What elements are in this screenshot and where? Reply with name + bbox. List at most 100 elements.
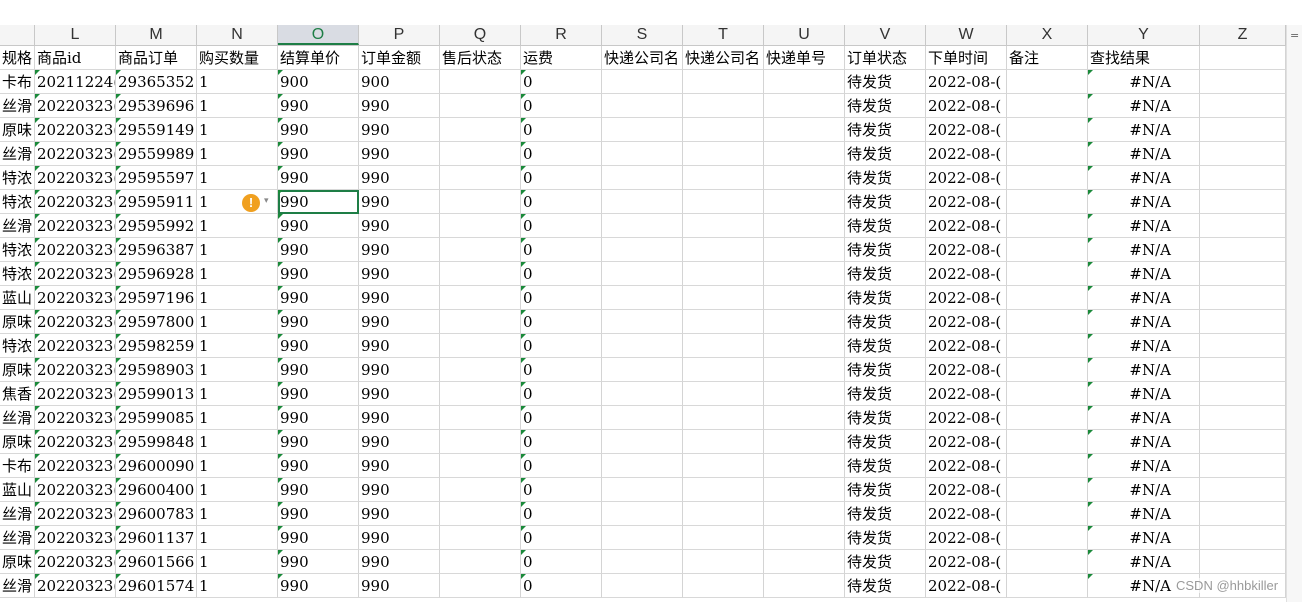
table-cell[interactable] [764, 70, 845, 94]
table-cell[interactable]: 990 [359, 94, 440, 118]
header-cell[interactable]: 下单时间 [926, 46, 1007, 70]
table-cell[interactable]: 29597800 [116, 310, 197, 334]
table-cell[interactable] [764, 190, 845, 214]
table-cell[interactable]: 1 [197, 310, 278, 334]
table-cell[interactable]: 蓝山 [0, 286, 35, 310]
table-cell[interactable]: 20220323( [35, 118, 116, 142]
table-cell[interactable]: 990 [359, 118, 440, 142]
table-cell[interactable]: 卡布 [0, 454, 35, 478]
table-cell[interactable] [440, 526, 521, 550]
table-cell[interactable]: 蓝山 [0, 478, 35, 502]
table-cell[interactable]: 0 [521, 526, 602, 550]
table-cell[interactable] [764, 358, 845, 382]
table-cell[interactable]: 待发货 [845, 454, 926, 478]
table-cell[interactable]: 29595992 [116, 214, 197, 238]
table-cell[interactable]: 20220323( [35, 214, 116, 238]
table-cell[interactable]: 0 [521, 286, 602, 310]
table-cell[interactable]: 丝滑 [0, 142, 35, 166]
table-cell[interactable] [440, 118, 521, 142]
table-cell[interactable]: 29599848 [116, 430, 197, 454]
table-cell[interactable]: 2022-08-( [926, 238, 1007, 262]
table-cell[interactable] [764, 502, 845, 526]
table-cell[interactable]: 990 [278, 310, 359, 334]
table-cell[interactable] [440, 502, 521, 526]
table-cell[interactable]: 990 [278, 166, 359, 190]
table-cell[interactable] [1007, 550, 1088, 574]
table-cell[interactable]: 29559989 [116, 142, 197, 166]
table-cell[interactable]: 900 [359, 70, 440, 94]
table-cell[interactable]: 1 [197, 526, 278, 550]
column-header[interactable]: S [602, 25, 683, 45]
table-cell[interactable]: 990 [278, 526, 359, 550]
table-cell[interactable] [1200, 286, 1286, 310]
table-cell[interactable]: 焦香 [0, 382, 35, 406]
header-cell[interactable]: 快递单号 [764, 46, 845, 70]
table-cell[interactable]: 990 [278, 502, 359, 526]
table-cell[interactable] [683, 286, 764, 310]
table-cell[interactable] [1007, 262, 1088, 286]
table-cell[interactable]: 待发货 [845, 238, 926, 262]
table-cell[interactable] [764, 574, 845, 598]
table-cell[interactable] [1007, 478, 1088, 502]
table-cell[interactable]: 29598903 [116, 358, 197, 382]
table-cell[interactable] [440, 574, 521, 598]
table-cell[interactable] [1007, 118, 1088, 142]
vertical-scrollbar[interactable] [1286, 25, 1302, 602]
table-cell[interactable]: 特浓 [0, 190, 35, 214]
table-cell[interactable] [683, 358, 764, 382]
table-cell[interactable]: 20220323( [35, 382, 116, 406]
table-cell[interactable]: 990 [359, 430, 440, 454]
table-cell[interactable] [602, 70, 683, 94]
table-cell[interactable] [1007, 70, 1088, 94]
column-header[interactable]: Z [1200, 25, 1286, 45]
table-cell[interactable] [1200, 142, 1286, 166]
table-cell[interactable]: 0 [521, 142, 602, 166]
header-cell[interactable]: 查找结果 [1088, 46, 1200, 70]
table-cell[interactable] [1200, 214, 1286, 238]
table-cell[interactable] [1007, 358, 1088, 382]
table-cell[interactable]: 1 [197, 214, 278, 238]
table-cell[interactable]: 990 [278, 478, 359, 502]
table-cell[interactable]: 990 [278, 574, 359, 598]
table-cell[interactable]: 29600400 [116, 478, 197, 502]
table-cell[interactable]: 990 [359, 334, 440, 358]
table-cell[interactable]: 丝滑 [0, 406, 35, 430]
chevron-down-icon[interactable]: ▾ [264, 196, 269, 206]
table-cell[interactable]: 990 [278, 286, 359, 310]
table-cell[interactable]: 0 [521, 166, 602, 190]
table-cell[interactable]: 待发货 [845, 118, 926, 142]
table-cell[interactable]: 2022-08-( [926, 94, 1007, 118]
table-cell[interactable]: 2022-08-( [926, 358, 1007, 382]
table-cell[interactable]: 2022-08-( [926, 214, 1007, 238]
table-cell[interactable] [683, 454, 764, 478]
table-cell[interactable]: #N/A [1088, 478, 1200, 502]
table-cell[interactable] [602, 238, 683, 262]
table-cell[interactable]: 丝滑 [0, 502, 35, 526]
table-cell[interactable]: 1 [197, 430, 278, 454]
table-cell[interactable]: 特浓 [0, 334, 35, 358]
column-header[interactable]: T [683, 25, 764, 45]
column-header[interactable]: L [35, 25, 116, 45]
table-cell[interactable]: 990 [359, 574, 440, 598]
table-cell[interactable] [602, 526, 683, 550]
table-cell[interactable] [1200, 70, 1286, 94]
column-header[interactable]: Y [1088, 25, 1200, 45]
table-cell[interactable]: 29595597 [116, 166, 197, 190]
table-cell[interactable]: #N/A [1088, 526, 1200, 550]
table-cell[interactable] [764, 262, 845, 286]
table-cell[interactable]: 20220323( [35, 526, 116, 550]
table-cell[interactable] [440, 430, 521, 454]
table-cell[interactable] [440, 190, 521, 214]
table-cell[interactable] [764, 118, 845, 142]
table-cell[interactable] [440, 382, 521, 406]
table-cell[interactable] [602, 262, 683, 286]
table-cell[interactable]: 990 [278, 142, 359, 166]
table-cell[interactable]: 2022-08-( [926, 478, 1007, 502]
table-cell[interactable]: 29597196 [116, 286, 197, 310]
table-cell[interactable]: 待发货 [845, 550, 926, 574]
header-cell[interactable]: 运费 [521, 46, 602, 70]
table-cell[interactable]: #N/A [1088, 214, 1200, 238]
table-cell[interactable]: 990 [359, 502, 440, 526]
table-cell[interactable]: 20220323( [35, 550, 116, 574]
table-cell[interactable] [1007, 310, 1088, 334]
